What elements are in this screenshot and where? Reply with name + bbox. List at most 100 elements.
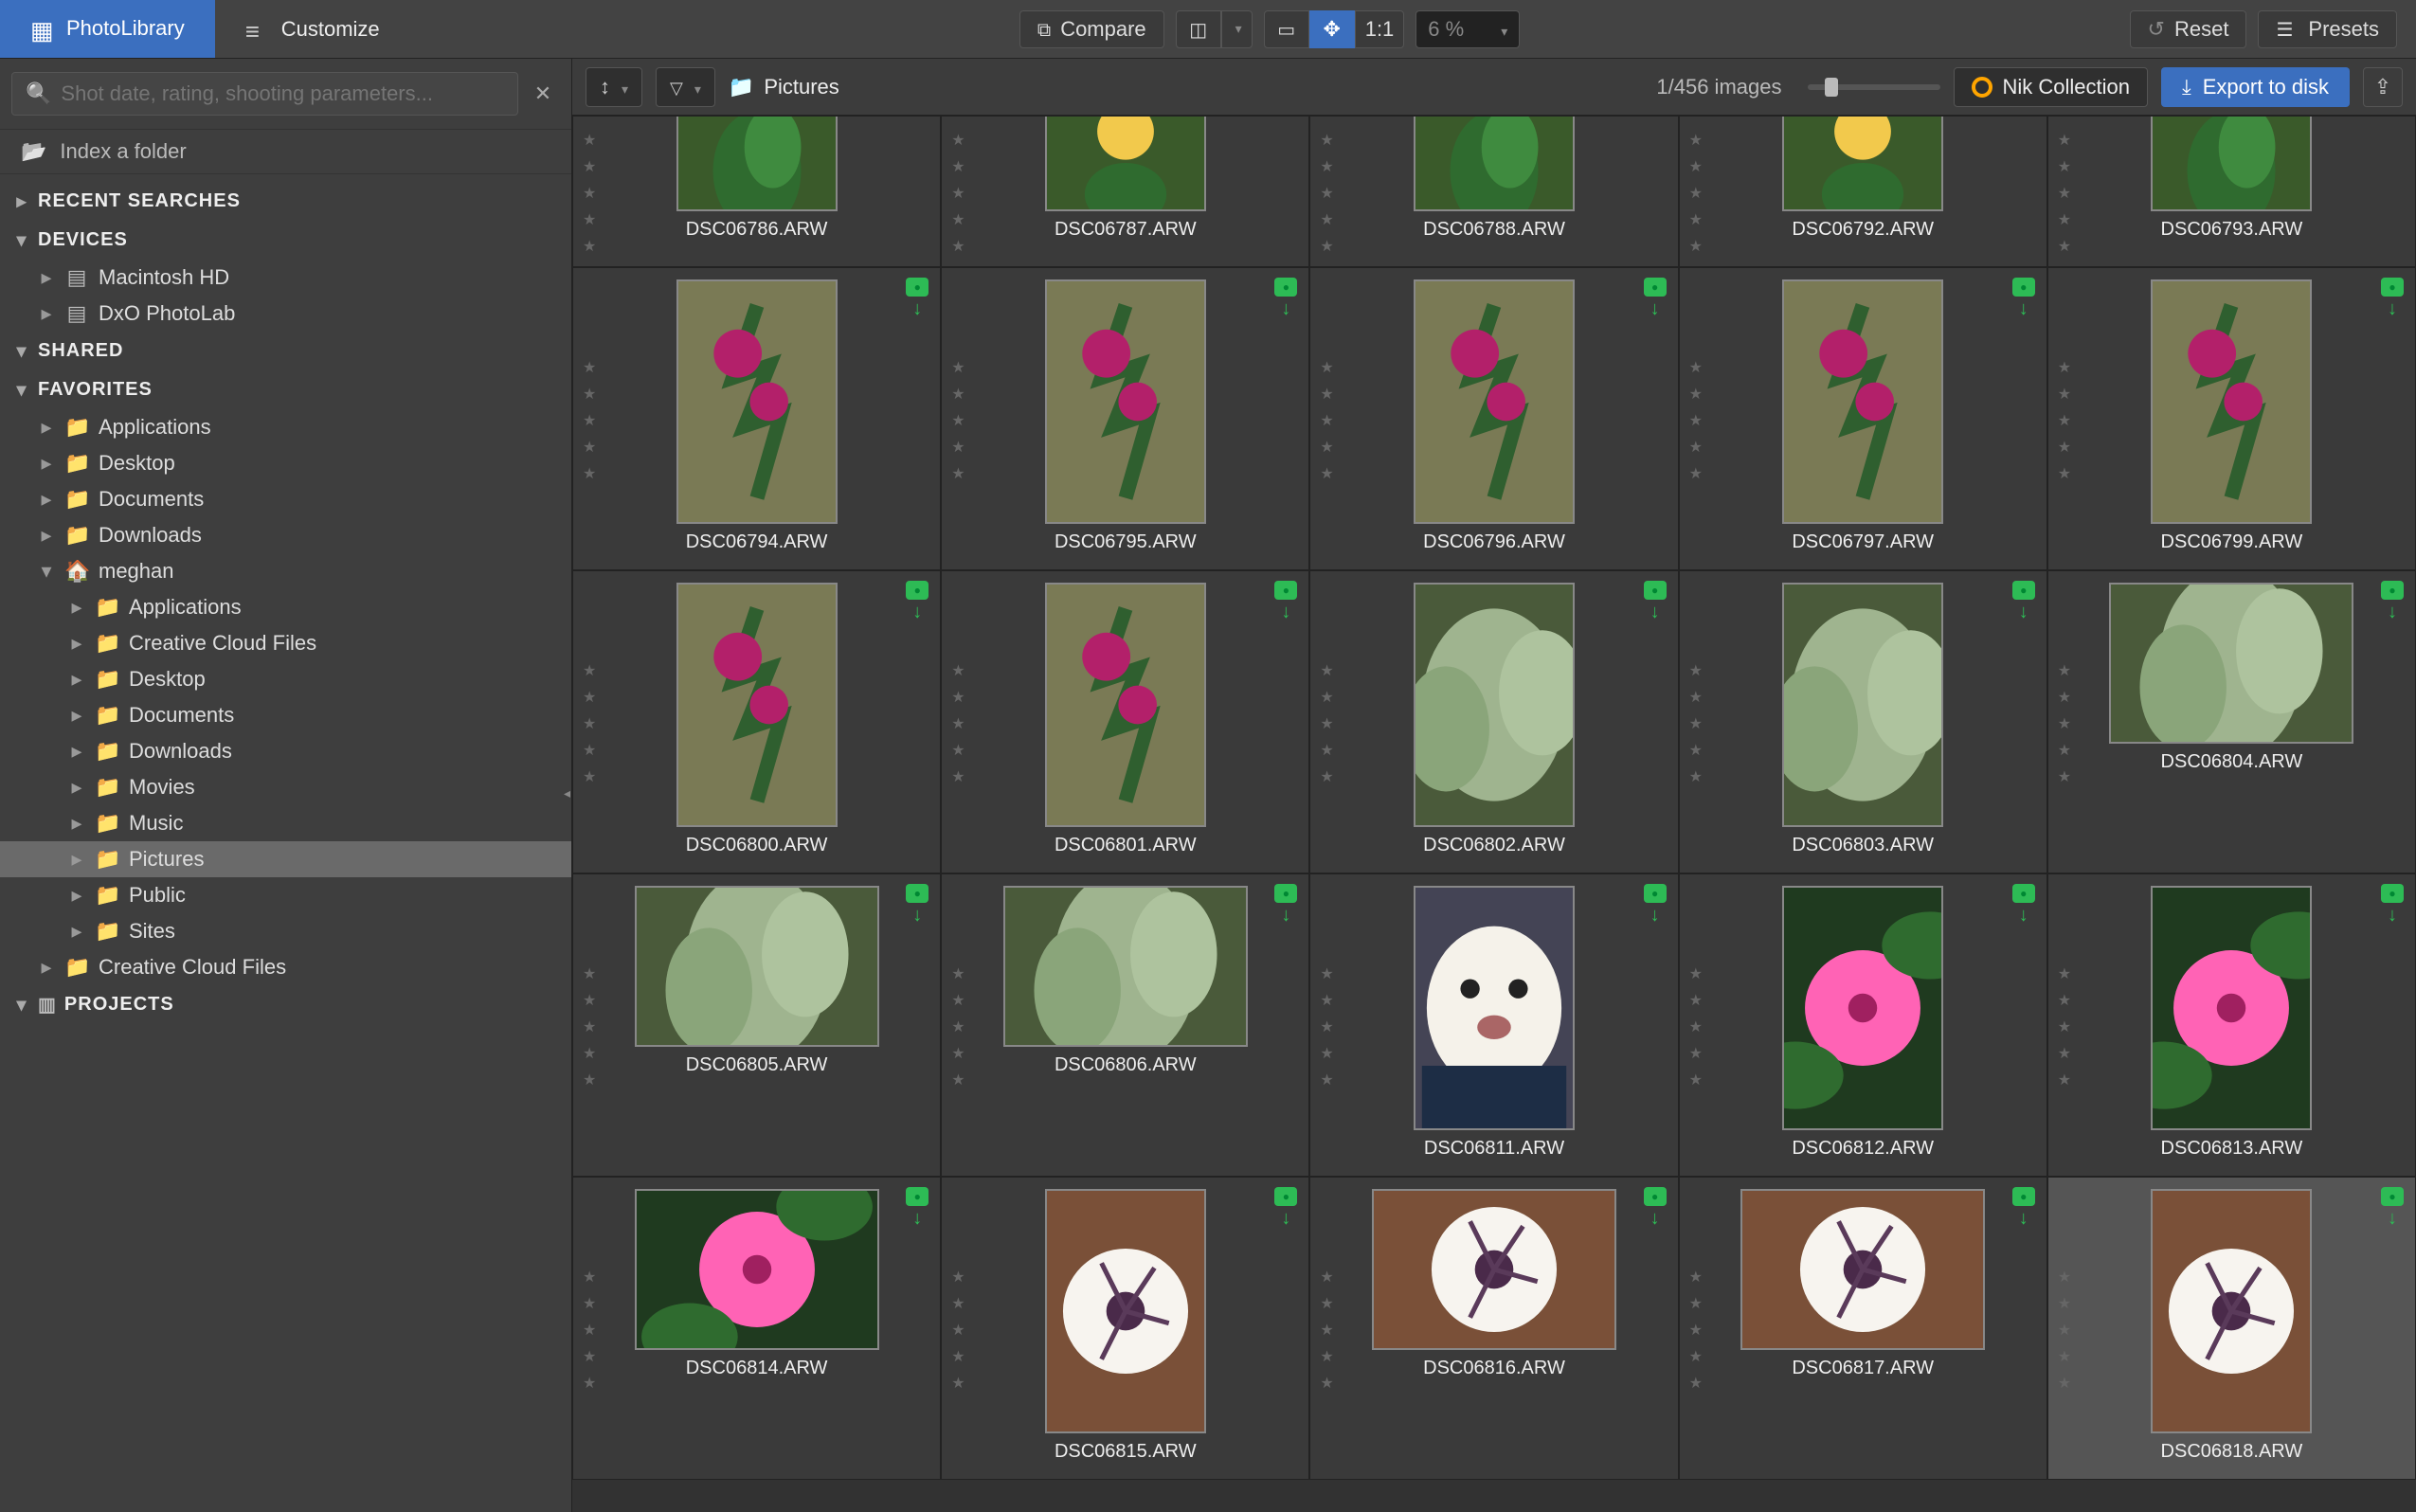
- thumbnail-cell[interactable]: DSC06800.ARW: [572, 570, 941, 873]
- thumbnail-cell[interactable]: DSC06815.ARW: [941, 1177, 1309, 1480]
- rating-stars[interactable]: [583, 1263, 596, 1394]
- sidebar-item-desktop[interactable]: ▸Desktop: [0, 445, 571, 481]
- thumbnail-cell[interactable]: DSC06797.ARW: [1679, 267, 2047, 570]
- thumbnail-image[interactable]: [1414, 279, 1575, 524]
- thumbnail-cell[interactable]: DSC06793.ARW: [2047, 116, 2416, 267]
- thumbnail-cell[interactable]: DSC06817.ARW: [1679, 1177, 2047, 1480]
- thumbnail-cell[interactable]: DSC06804.ARW: [2047, 570, 2416, 873]
- thumbnail-image[interactable]: [1782, 279, 1943, 524]
- thumbnail-cell[interactable]: DSC06799.ARW: [2047, 267, 2416, 570]
- thumbnail-cell[interactable]: DSC06813.ARW: [2047, 873, 2416, 1177]
- thumbnail-cell[interactable]: DSC06812.ARW: [1679, 873, 2047, 1177]
- split-view-button[interactable]: [1176, 10, 1221, 48]
- sidebar-item-documents[interactable]: ▸Documents: [0, 697, 571, 733]
- sidebar-item-meghan[interactable]: ▾meghan: [0, 553, 571, 589]
- rating-stars[interactable]: [583, 960, 596, 1090]
- thumbnail-cell[interactable]: DSC06811.ARW: [1309, 873, 1678, 1177]
- rating-stars[interactable]: [1320, 126, 1333, 257]
- rating-stars[interactable]: [2058, 353, 2071, 484]
- breadcrumb[interactable]: Pictures: [729, 75, 839, 99]
- rating-stars[interactable]: [1320, 657, 1333, 787]
- thumbnail-cell[interactable]: DSC06801.ARW: [941, 570, 1309, 873]
- rating-stars[interactable]: [1320, 353, 1333, 484]
- rating-stars[interactable]: [1689, 353, 1703, 484]
- sidebar-item-applications[interactable]: ▸Applications: [0, 589, 571, 625]
- rating-stars[interactable]: [583, 353, 596, 484]
- share-button[interactable]: [2363, 67, 2403, 107]
- thumbnail-cell[interactable]: DSC06786.ARW: [572, 116, 941, 267]
- thumbnail-cell[interactable]: DSC06814.ARW: [572, 1177, 941, 1480]
- thumbnail-image[interactable]: [1414, 886, 1575, 1130]
- thumbnail-image[interactable]: [1372, 1189, 1616, 1350]
- sidebar-item-pictures[interactable]: ▸Pictures: [0, 841, 571, 877]
- rating-stars[interactable]: [1689, 1263, 1703, 1394]
- search-input[interactable]: [61, 81, 504, 106]
- export-to-disk-button[interactable]: Export to disk: [2161, 67, 2350, 107]
- thumbnail-image[interactable]: [1782, 583, 1943, 827]
- thumbnail-image[interactable]: [1003, 886, 1248, 1047]
- thumbnail-image[interactable]: [635, 1189, 879, 1350]
- rating-stars[interactable]: [583, 126, 596, 257]
- section-shared[interactable]: ▾ SHARED: [0, 332, 571, 370]
- sidebar-item-public[interactable]: ▸Public: [0, 877, 571, 913]
- fit-button[interactable]: [1264, 10, 1309, 48]
- rating-stars[interactable]: [1689, 960, 1703, 1090]
- rating-stars[interactable]: [583, 657, 596, 787]
- thumbnail-image[interactable]: [2151, 1189, 2312, 1433]
- search-box[interactable]: [11, 72, 518, 116]
- thumbnail-image[interactable]: [1045, 117, 1206, 211]
- rating-stars[interactable]: [951, 1263, 965, 1394]
- thumbnail-cell[interactable]: DSC06806.ARW: [941, 873, 1309, 1177]
- section-favorites[interactable]: ▾ FAVORITES: [0, 370, 571, 409]
- thumbnail-image[interactable]: [1740, 1189, 1985, 1350]
- sidebar-item-applications[interactable]: ▸Applications: [0, 409, 571, 445]
- compare-button[interactable]: Compare: [1019, 10, 1164, 48]
- thumbnail-image[interactable]: [2151, 117, 2312, 211]
- rating-stars[interactable]: [951, 126, 965, 257]
- rating-stars[interactable]: [1689, 126, 1703, 257]
- sidebar-item-music[interactable]: ▸Music: [0, 805, 571, 841]
- nik-collection-button[interactable]: Nik Collection: [1954, 67, 2148, 107]
- thumbnail-image[interactable]: [2109, 583, 2353, 744]
- rating-stars[interactable]: [2058, 960, 2071, 1090]
- index-folder-button[interactable]: Index a folder: [0, 130, 571, 174]
- tab-photolibrary[interactable]: PhotoLibrary: [0, 0, 215, 58]
- section-projects[interactable]: ▾ PROJECTS: [0, 985, 571, 1024]
- rating-stars[interactable]: [1320, 960, 1333, 1090]
- thumbnail-image[interactable]: [1045, 583, 1206, 827]
- section-devices[interactable]: ▾ DEVICES: [0, 221, 571, 260]
- thumbnail-cell[interactable]: DSC06805.ARW: [572, 873, 941, 1177]
- sidebar-item-desktop[interactable]: ▸Desktop: [0, 661, 571, 697]
- tab-customize[interactable]: Customize: [215, 0, 410, 58]
- thumbnail-cell[interactable]: DSC06788.ARW: [1309, 116, 1678, 267]
- thumbnail-image[interactable]: [676, 117, 838, 211]
- thumbnail-size-slider[interactable]: [1808, 84, 1940, 90]
- sidebar-item-sites[interactable]: ▸Sites: [0, 913, 571, 949]
- rating-stars[interactable]: [951, 657, 965, 787]
- thumbnail-image[interactable]: [1414, 117, 1575, 211]
- thumbnail-image[interactable]: [676, 279, 838, 524]
- thumbnail-cell[interactable]: DSC06816.ARW: [1309, 1177, 1678, 1480]
- thumbnail-image[interactable]: [1045, 279, 1206, 524]
- thumbnail-image[interactable]: [1414, 583, 1575, 827]
- rating-stars[interactable]: [2058, 126, 2071, 257]
- presets-button[interactable]: Presets: [2258, 10, 2397, 48]
- thumbnail-cell[interactable]: DSC06795.ARW: [941, 267, 1309, 570]
- thumbnail-cell[interactable]: DSC06796.ARW: [1309, 267, 1678, 570]
- split-view-menu[interactable]: [1221, 10, 1253, 48]
- thumbnail-image[interactable]: [1782, 886, 1943, 1130]
- thumbnail-cell[interactable]: DSC06787.ARW: [941, 116, 1309, 267]
- rating-stars[interactable]: [2058, 657, 2071, 787]
- section-recent-searches[interactable]: ▸ RECENT SEARCHES: [0, 182, 571, 221]
- thumbnail-grid-scroll[interactable]: DSC06786.ARWDSC06787.ARWDSC06788.ARWDSC0…: [572, 116, 2416, 1512]
- device-macintosh-hd[interactable]: ▸ Macintosh HD: [0, 260, 571, 296]
- search-clear-button[interactable]: ✕: [526, 81, 560, 106]
- thumbnail-cell[interactable]: DSC06794.ARW: [572, 267, 941, 570]
- sidebar-item-downloads[interactable]: ▸Downloads: [0, 733, 571, 769]
- sidebar-item-creative-cloud-files[interactable]: ▸Creative Cloud Files: [0, 949, 571, 985]
- thumbnail-cell[interactable]: DSC06803.ARW: [1679, 570, 2047, 873]
- thumbnail-image[interactable]: [2151, 279, 2312, 524]
- sidebar-item-creative-cloud-files[interactable]: ▸Creative Cloud Files: [0, 625, 571, 661]
- sidebar-item-movies[interactable]: ▸Movies: [0, 769, 571, 805]
- thumbnail-image[interactable]: [2151, 886, 2312, 1130]
